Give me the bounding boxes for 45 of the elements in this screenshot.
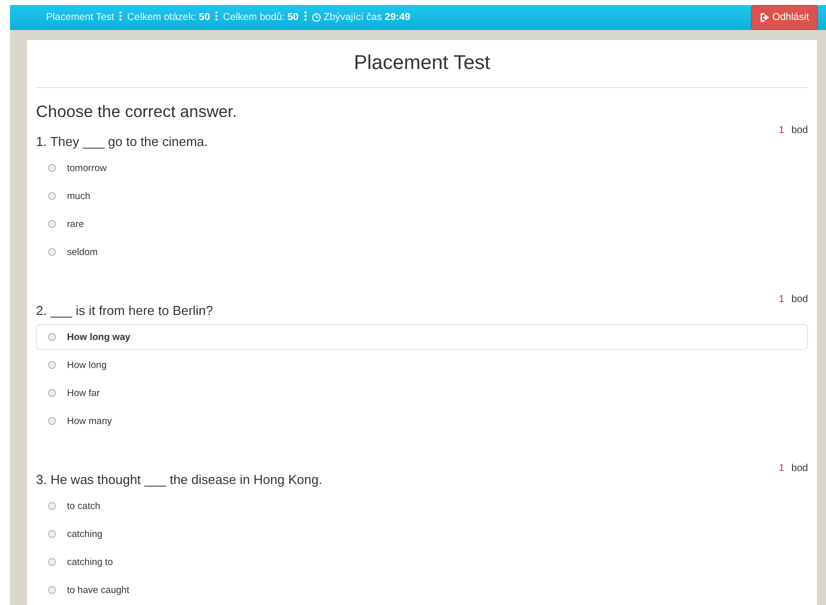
remaining-time: Zbývající čas 29:49 [324, 12, 410, 23]
page-title: Placement Test [36, 40, 808, 88]
answer-option[interactable]: How long [36, 352, 808, 378]
separator-icon [215, 11, 218, 21]
question-text: 3. He was thought ___ the disease in Hong Kong. [36, 472, 322, 487]
logout-button[interactable]: Odhlásit [751, 5, 818, 30]
radio-button[interactable] [48, 502, 56, 510]
radio-button[interactable] [48, 164, 56, 172]
points-value: 1 [778, 463, 784, 474]
header-info: Placement Test [46, 12, 114, 23]
radio-button[interactable] [48, 417, 56, 425]
header-info: Celkem otázek: 50 [127, 12, 210, 23]
answer-option[interactable]: much [36, 183, 808, 209]
radio-button[interactable] [48, 361, 56, 369]
answer-option[interactable]: catching [36, 521, 808, 547]
points-value: 1 [778, 294, 784, 305]
answer-option[interactable]: How many [36, 408, 808, 434]
answer-option[interactable]: catching to [36, 549, 808, 575]
radio-button[interactable] [48, 389, 56, 397]
answer-option[interactable]: to have caught [36, 577, 808, 603]
question-text: 2. ___ is it from here to Berlin? [36, 303, 214, 318]
points-unit: bod [791, 463, 808, 474]
clock-icon [312, 13, 321, 22]
answer-option[interactable]: seldom [36, 239, 808, 265]
header-info: Celkem bodů: 50 [223, 12, 299, 23]
logout-icon [760, 13, 770, 22]
answer-option[interactable]: rare [36, 211, 808, 237]
answer-option[interactable]: tomorrow [36, 155, 808, 181]
radio-button[interactable] [48, 248, 56, 256]
separator-icon [119, 11, 122, 21]
instruction-text: Choose the correct answer. [36, 103, 238, 122]
separator-icon [304, 11, 307, 21]
radio-button[interactable] [48, 558, 56, 566]
points-value: 1 [778, 125, 784, 136]
question-text: 1. They ___ go to the cinema. [36, 134, 208, 149]
radio-button[interactable] [48, 333, 56, 341]
answer-option[interactable]: How long way [36, 324, 808, 350]
radio-button[interactable] [48, 586, 56, 594]
radio-button[interactable] [48, 192, 56, 200]
points-unit: bod [791, 125, 808, 136]
points-unit: bod [791, 294, 808, 305]
answer-option[interactable]: How far [36, 380, 808, 406]
answer-option[interactable]: to catch [36, 493, 808, 519]
radio-button[interactable] [48, 220, 56, 228]
radio-button[interactable] [48, 530, 56, 538]
